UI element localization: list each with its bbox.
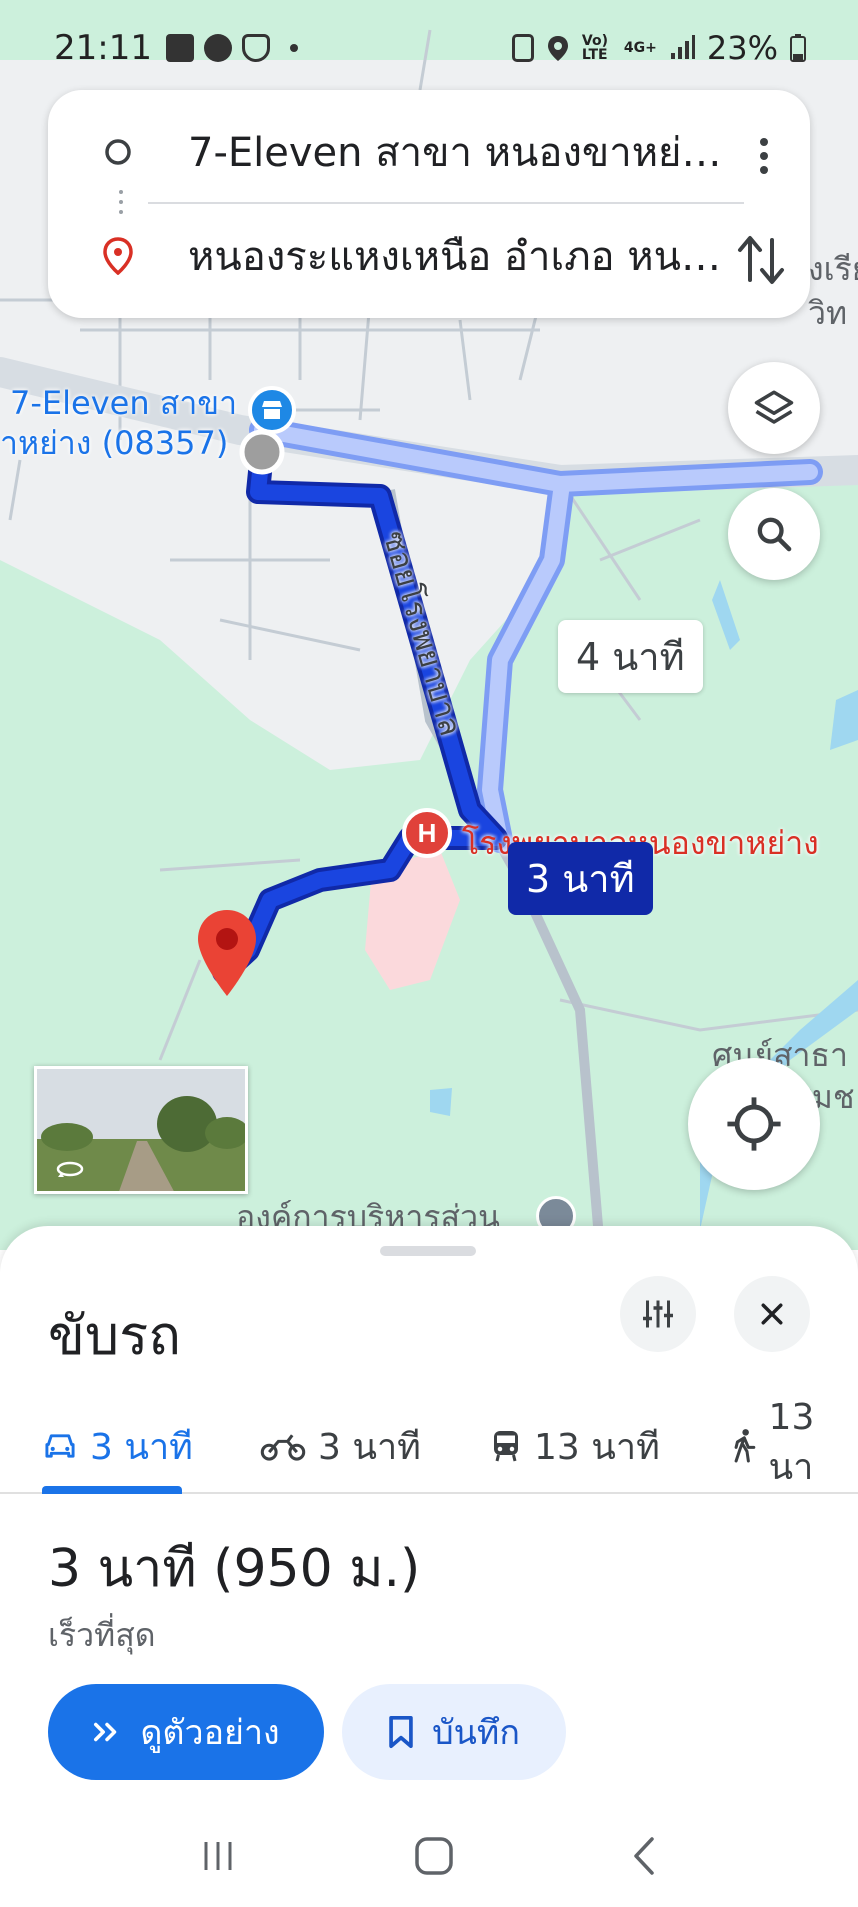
- tab-drive[interactable]: 3 นาที: [42, 1398, 193, 1494]
- sheet-title: ขับรถ: [48, 1304, 181, 1367]
- signal-icon: [670, 35, 695, 59]
- swap-icon: [738, 236, 784, 284]
- store-poi-icon[interactable]: [248, 386, 296, 434]
- search-along-route-button[interactable]: [728, 488, 820, 580]
- tab-walk[interactable]: 13 นา: [732, 1397, 858, 1494]
- battery-icon: [790, 34, 806, 62]
- system-navigation-bar: [0, 1804, 858, 1907]
- destination-pin-icon: [196, 908, 258, 998]
- my-location-icon: [727, 1097, 781, 1151]
- preview-button[interactable]: ดูตัวอย่าง: [48, 1684, 324, 1780]
- double-chevron-icon: [94, 1722, 117, 1742]
- more-notifications-icon: [289, 44, 298, 52]
- tune-icon: [643, 1300, 673, 1328]
- bookmark-icon: [389, 1715, 413, 1749]
- active-tab-indicator: [42, 1486, 182, 1494]
- tab-walk-label: 13 นา: [768, 1397, 815, 1488]
- route-subtitle: เร็วที่สุด: [48, 1616, 156, 1654]
- car-icon: [45, 1434, 75, 1458]
- hospital-pin-icon[interactable]: H: [402, 808, 452, 858]
- tab-motorcycle-label: 3 นาที: [318, 1426, 421, 1468]
- status-bar: 21:11 Vo) LTE 4G+ 23%: [0, 0, 858, 96]
- shield-notification-icon: [241, 34, 270, 62]
- swap-route-button[interactable]: [734, 230, 788, 290]
- recent-apps-icon[interactable]: [198, 1836, 238, 1876]
- line-notification-icon: [203, 34, 232, 62]
- location-status-icon: [547, 36, 568, 61]
- my-location-button[interactable]: [688, 1058, 820, 1190]
- street-view-rotate-icon: [56, 1161, 84, 1177]
- transit-icon: [494, 1431, 518, 1462]
- origin-field[interactable]: 7-Eleven สาขา หนองขาหย่า...: [48, 102, 810, 202]
- network-type: 4G+: [623, 40, 657, 56]
- motorcycle-icon: [260, 1434, 306, 1461]
- tab-transit[interactable]: 13 นาที: [490, 1398, 660, 1494]
- save-button[interactable]: บันทึก: [342, 1684, 566, 1780]
- map-label-right-top-2: วิท: [808, 294, 848, 332]
- alt-route-time-chip[interactable]: 4 นาที: [558, 620, 703, 693]
- main-route-time-chip[interactable]: 3 นาที: [508, 842, 653, 915]
- layers-icon: [754, 390, 794, 424]
- route-card: 7-Eleven สาขา หนองขาหย่า... หนองระแหงเหน…: [48, 90, 810, 318]
- travel-mode-tabs: 3 นาที 3 นาที 13 นาที 13 นา: [0, 1397, 858, 1494]
- destination-text: หนองระแหงเหนือ อำเภอ หนอ...: [188, 234, 728, 280]
- tab-transit-label: 13 นาที: [534, 1426, 660, 1468]
- route-card-divider: [148, 202, 744, 204]
- street-view-thumbnail[interactable]: [34, 1066, 248, 1194]
- battery-percent: 23%: [706, 29, 778, 67]
- walk-icon: [734, 1429, 756, 1463]
- home-icon[interactable]: [413, 1835, 455, 1877]
- route-options-button[interactable]: [620, 1276, 696, 1352]
- volte-indicator: Vo) LTE: [581, 33, 608, 63]
- poi-seven-eleven-label-2[interactable]: าหย่าง (08357): [0, 418, 228, 469]
- search-icon: [757, 517, 792, 552]
- tab-motorcycle[interactable]: 3 นาที: [260, 1398, 421, 1494]
- more-options-button[interactable]: [744, 126, 784, 186]
- status-time: 21:11: [54, 28, 152, 68]
- directions-sheet: ขับรถ 3 นาที 3 นาที 13 นาที 13 นา 3 นาที…: [0, 1226, 858, 1907]
- close-button[interactable]: [734, 1276, 810, 1352]
- destination-field[interactable]: หนองระแหงเหนือ อำเภอ หนอ...: [48, 206, 810, 306]
- tab-drive-label: 3 นาที: [90, 1426, 193, 1468]
- layers-button[interactable]: [728, 362, 820, 454]
- preview-button-label: ดูตัวอย่าง: [140, 1713, 280, 1753]
- gallery-notification-icon: [165, 34, 194, 62]
- close-icon: [761, 1303, 783, 1325]
- sheet-drag-handle[interactable]: [380, 1246, 476, 1256]
- back-icon[interactable]: [630, 1835, 660, 1877]
- circle-outline-icon: [105, 139, 131, 165]
- origin-text: 7-Eleven สาขา หนองขาหย่า...: [188, 130, 728, 176]
- save-button-label: บันทึก: [432, 1713, 520, 1753]
- location-pin-icon: [103, 237, 133, 275]
- battery-saver-icon: [511, 34, 534, 62]
- route-summary: 3 นาที (950 ม.): [48, 1539, 421, 1599]
